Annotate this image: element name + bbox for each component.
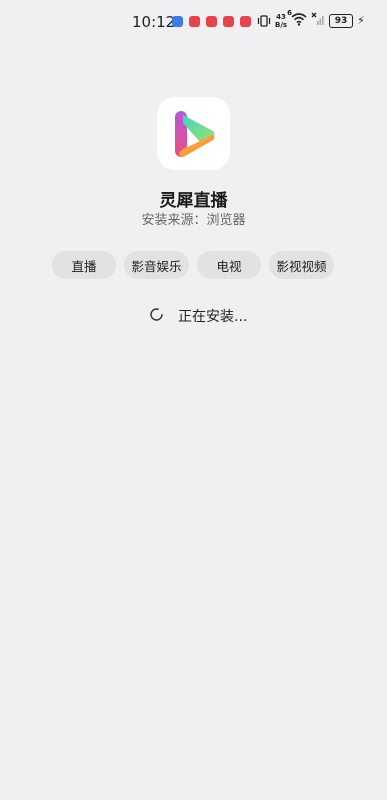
notification-app-icon — [206, 16, 217, 27]
status-bar: 10:12 43 B/s 6 93 ⚡ — [0, 0, 387, 44]
vibrate-icon — [257, 14, 271, 28]
install-progress: 正在安装... — [149, 306, 247, 326]
notification-app-icon — [240, 16, 251, 27]
tag-chip[interactable]: 影音娱乐 — [124, 251, 189, 279]
wifi-icon: 6 — [287, 9, 307, 29]
app-logo — [174, 110, 214, 157]
loading-spinner-icon — [149, 307, 164, 326]
app-icon — [157, 97, 230, 170]
status-time: 10:12 — [132, 13, 176, 31]
signal-off-icon — [311, 12, 325, 29]
charging-icon: ⚡ — [357, 14, 365, 27]
tag-chip[interactable]: 电视 — [197, 251, 261, 279]
install-source: 安装来源：浏览器 — [141, 213, 246, 228]
install-screen: 10:12 43 B/s 6 93 ⚡ 灵犀直播 安装来源：浏览器 直播 影音娱… — [0, 0, 387, 800]
tag-chip[interactable]: 直播 — [52, 251, 116, 279]
notification-icons — [172, 16, 251, 27]
category-tags: 直播 影音娱乐 电视 影视视频 — [52, 251, 334, 279]
notification-app-icon — [172, 16, 183, 27]
battery-indicator: 93 — [329, 13, 354, 28]
wifi-badge: 6 — [287, 9, 292, 17]
notification-app-icon — [223, 16, 234, 27]
tag-chip[interactable]: 影视视频 — [269, 251, 334, 279]
app-name: 灵犀直播 — [159, 191, 228, 211]
system-icons: 43 B/s 6 93 ⚡ — [257, 9, 365, 29]
notification-app-icon — [189, 16, 200, 27]
install-status-text: 正在安装... — [178, 309, 248, 325]
network-speed: 43 B/s — [275, 12, 288, 29]
